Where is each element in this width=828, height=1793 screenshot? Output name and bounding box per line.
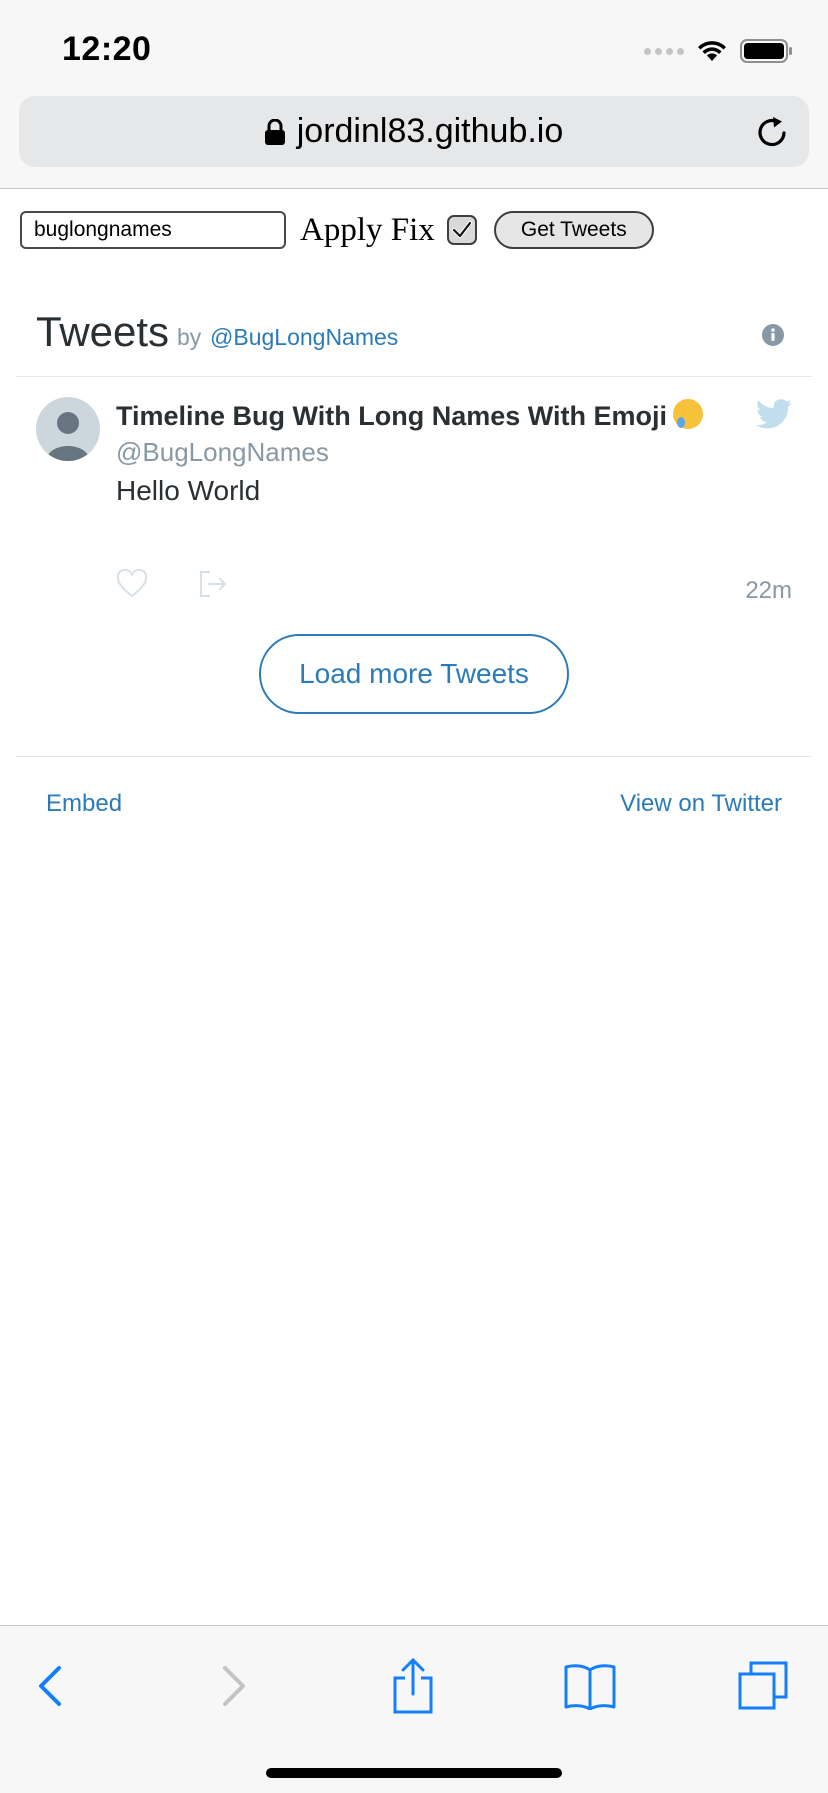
status-bar: 12:20 — [0, 0, 828, 96]
url-text[interactable]: jordinl83.github.io — [297, 112, 564, 151]
crying-laughing-emoji-icon — [673, 399, 704, 429]
demo-controls: Apply Fix Get Tweets — [20, 208, 654, 252]
reload-icon[interactable] — [753, 112, 793, 152]
checkmark-icon — [451, 221, 472, 238]
tabs-icon — [738, 1661, 788, 1710]
apply-fix-checkbox[interactable] — [446, 215, 477, 245]
avatar[interactable] — [36, 397, 100, 461]
browser-toolbar — [0, 1625, 828, 1793]
tweet-author-name-text: Timeline Bug With Long Names With Emoji — [116, 401, 668, 431]
battery-icon — [740, 39, 792, 63]
back-button[interactable] — [20, 1656, 80, 1716]
bookmarks-button[interactable] — [560, 1656, 620, 1716]
forward-button[interactable] — [204, 1656, 264, 1716]
timeline-footer-divider — [16, 756, 812, 757]
timeline-title: Tweets — [36, 308, 170, 355]
address-bar[interactable]: jordinl83.github.io — [19, 96, 809, 167]
lock-icon — [264, 118, 285, 145]
get-tweets-button[interactable]: Get Tweets — [493, 211, 654, 249]
tweet-author-name[interactable]: Timeline Bug With Long Names With Emoji — [116, 399, 716, 435]
tweet-text: Hello World — [116, 475, 261, 506]
book-icon — [564, 1664, 616, 1710]
share-icon[interactable] — [198, 569, 228, 599]
handle-input[interactable] — [20, 211, 286, 249]
status-icons — [644, 36, 794, 66]
load-more-tweets-button[interactable]: Load more Tweets — [259, 634, 569, 714]
browser-address-area: jordinl83.github.io — [0, 96, 828, 189]
embed-link[interactable]: Embed — [46, 790, 122, 818]
timeline-header: Tweets by @BugLongNames — [16, 300, 812, 377]
tweet-author-handle[interactable]: @BugLongNames — [116, 437, 329, 468]
home-indicator — [266, 1768, 562, 1778]
cellular-signal-icon — [644, 47, 684, 55]
wifi-icon — [698, 41, 726, 61]
info-icon[interactable] — [762, 324, 784, 346]
share-sheet-icon — [393, 1658, 433, 1714]
chevron-left-icon — [39, 1666, 61, 1706]
status-time: 12:20 — [62, 30, 152, 68]
timeline-by-label: by — [177, 324, 202, 350]
tabs-button[interactable] — [733, 1656, 793, 1716]
twitter-bird-icon[interactable] — [756, 399, 792, 429]
heart-icon[interactable] — [116, 569, 148, 599]
share-button[interactable] — [383, 1656, 443, 1716]
apply-fix-label: Apply Fix — [300, 211, 435, 248]
view-on-twitter-link[interactable]: View on Twitter — [620, 790, 782, 818]
tweet[interactable]: Timeline Bug With Long Names With Emoji … — [16, 377, 812, 617]
chevron-right-icon — [223, 1666, 245, 1706]
timeline-handle-link[interactable]: @BugLongNames — [210, 324, 398, 351]
tweet-timestamp[interactable]: 22m — [745, 577, 792, 605]
